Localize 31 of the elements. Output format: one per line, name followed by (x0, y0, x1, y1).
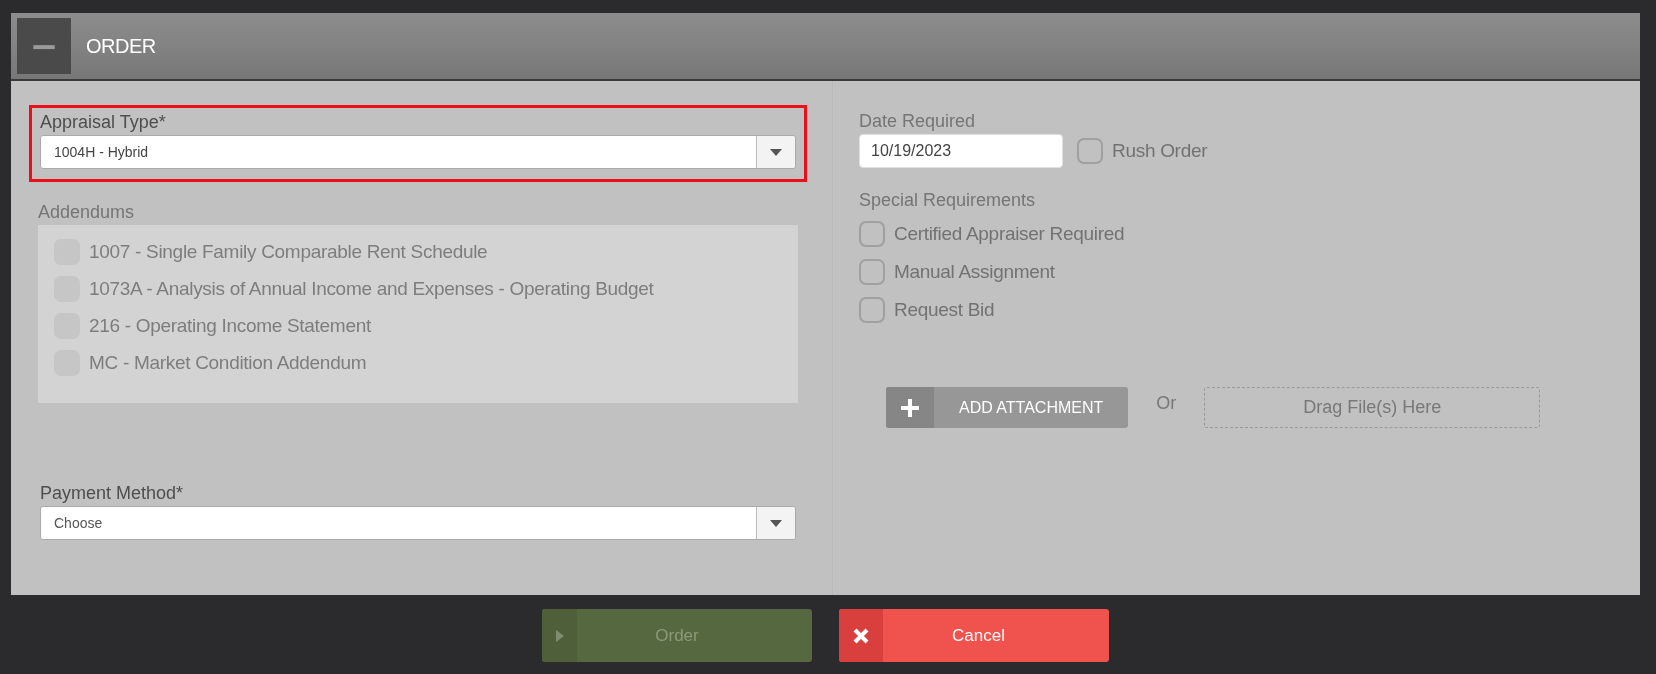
field-label: Date Required (859, 111, 976, 132)
dropdown[interactable]: 1004H - Hybrid (40, 135, 796, 169)
checkbox-label: MC - Market Condition Addendum (89, 352, 367, 374)
checkbox[interactable] (859, 297, 885, 323)
cancel-button[interactable]: Cancel (839, 609, 1109, 662)
field-label: Appraisal Type* (40, 112, 166, 133)
checkbox-label: 216 - Operating Income Statement (89, 315, 371, 337)
dropdown[interactable]: Choose (40, 506, 796, 540)
plus-icon (886, 387, 934, 428)
panel-title: ORDER (86, 34, 156, 58)
checkbox-label: Certified Appraiser Required (894, 223, 1125, 245)
checkbox-label: Rush Order (1112, 140, 1208, 162)
close-icon (839, 609, 883, 662)
checkbox[interactable] (1077, 138, 1103, 164)
checkbox[interactable] (859, 221, 885, 247)
file-drop-zone[interactable]: Drag File(s) Here (1204, 387, 1541, 428)
collapse-button[interactable]: − (17, 18, 71, 74)
separator-text: Or (1156, 393, 1177, 414)
checkbox-label: 1007 - Single Family Comparable Rent Schedule (89, 241, 488, 263)
caret-icon (770, 519, 782, 527)
date-field[interactable]: 10/19/2023 (859, 134, 1063, 168)
field-label: Addendums (38, 202, 135, 223)
caret-icon (770, 148, 782, 156)
checkbox-label: Manual Assignment (894, 261, 1055, 283)
add-attachment-button[interactable]: ADD ATTACHMENT (886, 387, 1129, 428)
play-icon (542, 609, 577, 662)
field-label: Payment Method* (40, 483, 184, 504)
checkbox-label: 1073A - Analysis of Annual Income and Expenses - Operating Budget (89, 278, 654, 300)
checkbox[interactable] (859, 259, 885, 285)
field-label: Special Requirements (859, 190, 1036, 211)
checkbox-label: Request Bid (894, 299, 995, 321)
